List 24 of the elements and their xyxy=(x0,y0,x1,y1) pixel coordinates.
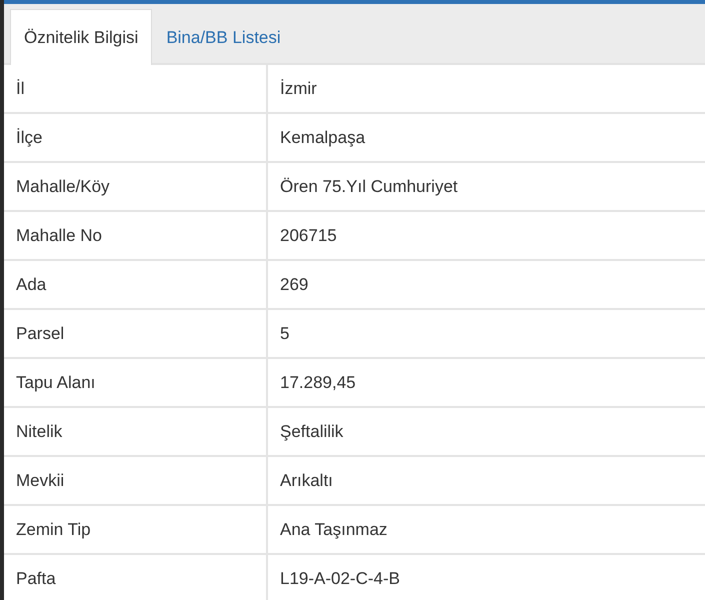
label-cell: Nitelik xyxy=(4,408,268,457)
value-cell: Şeftalilik xyxy=(268,408,705,457)
value-cell: 17.289,45 xyxy=(268,359,705,408)
label-cell: Ada xyxy=(4,261,268,310)
tab[interactable]: Öznitelik Bilgisi xyxy=(10,9,152,65)
value-cell: Arıkaltı xyxy=(268,457,705,506)
value-cell: 5 xyxy=(268,310,705,359)
value-cell: 206715 xyxy=(268,212,705,261)
label-cell: Mahalle No xyxy=(4,212,268,261)
label-cell: Mahalle/Köy xyxy=(4,163,268,212)
label-cell: Zemin Tip xyxy=(4,506,268,555)
label-cell: İl xyxy=(4,65,268,114)
value-cell: Ana Taşınmaz xyxy=(268,506,705,555)
label-cell: Tapu Alanı xyxy=(4,359,268,408)
value-cell: L19-A-02-C-4-B xyxy=(268,555,705,600)
label-cell: Parsel xyxy=(4,310,268,359)
tab[interactable]: Bina/BB Listesi xyxy=(152,9,295,65)
label-cell: Mevkii xyxy=(4,457,268,506)
value-cell: Ören 75.Yıl Cumhuriyet xyxy=(268,163,705,212)
label-cell: İlçe xyxy=(4,114,268,163)
value-cell: 269 xyxy=(268,261,705,310)
value-cell: İzmir xyxy=(268,65,705,114)
value-cell: Kemalpaşa xyxy=(268,114,705,163)
label-cell: Pafta xyxy=(4,555,268,600)
